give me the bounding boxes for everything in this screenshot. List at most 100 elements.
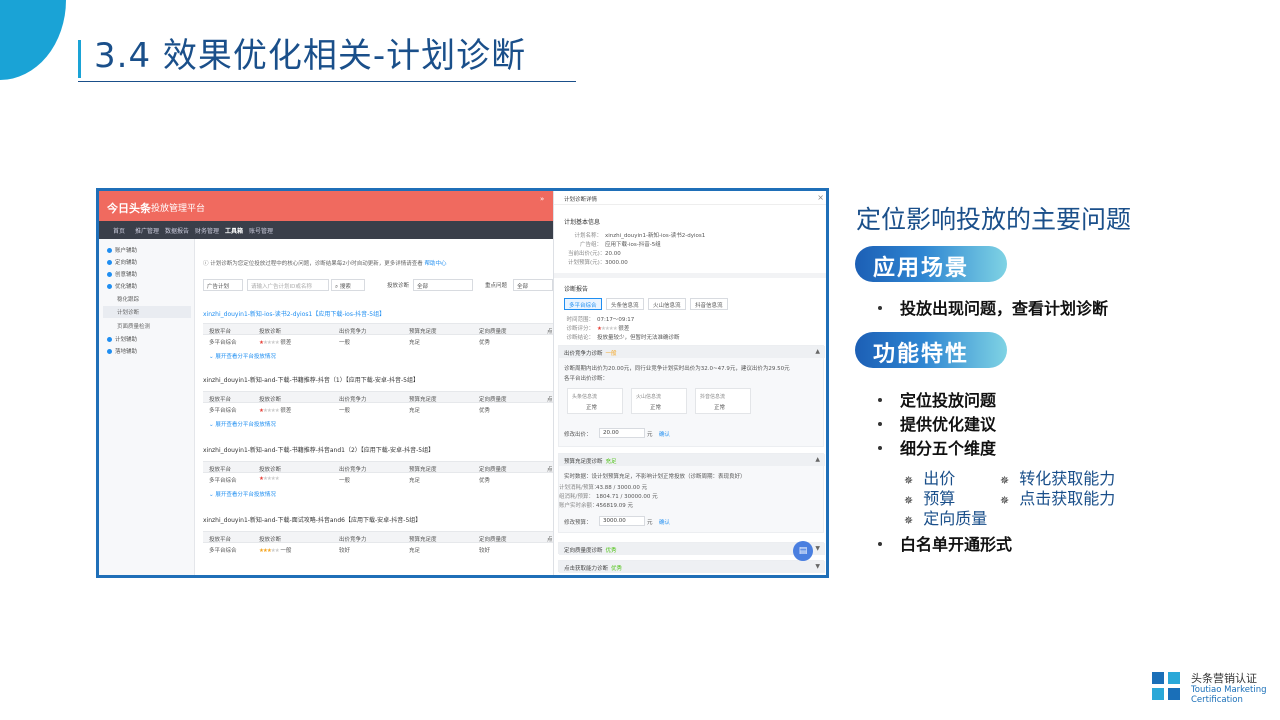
budget-value: 456819.09 元 bbox=[596, 503, 633, 509]
cell-bid: 一般 bbox=[339, 340, 351, 346]
sidebar-item-page-quality[interactable]: 页面质量检测 bbox=[117, 322, 150, 330]
footer-en-2: Certification bbox=[1191, 695, 1243, 705]
section-header[interactable]: 定向质量度诊断 优秀 ▼ bbox=[559, 543, 825, 555]
sidebar-item-label: 计划辅助 bbox=[115, 337, 138, 343]
toutiao-logo-icon bbox=[1150, 670, 1182, 702]
confirm-budget-button[interactable]: 确认 bbox=[659, 518, 670, 526]
slide-title: 3.4 效果优化相关-计划诊断 bbox=[94, 36, 527, 76]
col-bid: 出价竞争力 bbox=[339, 537, 367, 543]
tab-multi-platform[interactable]: 多平台综合 bbox=[564, 298, 602, 310]
nav-finance[interactable]: 财务管理 bbox=[195, 226, 219, 235]
expand-link[interactable]: ⌄ 展开查看分平台投放情况 bbox=[209, 420, 276, 428]
col-budget: 预算充足度 bbox=[409, 467, 437, 473]
col-click: 点 bbox=[547, 397, 553, 403]
tab-huoshan[interactable]: 火山信息流 bbox=[648, 298, 686, 310]
budget-row: 账户实时余额：456819.09 元 bbox=[559, 501, 633, 509]
col-budget: 预算充足度 bbox=[409, 537, 437, 543]
budget-input[interactable]: 3000.00 bbox=[599, 516, 645, 526]
sidebar-item-creative[interactable]: 创意辅助 bbox=[107, 270, 137, 278]
circle-icon bbox=[107, 272, 112, 277]
status-badge: 充足 bbox=[605, 459, 617, 465]
basic-key: 广告组： bbox=[579, 242, 602, 248]
issue-filter-label: 重点问题 bbox=[485, 283, 508, 289]
chevron-up-icon[interactable]: ▲ bbox=[815, 348, 820, 355]
document-icon[interactable]: ▤ bbox=[793, 541, 813, 561]
section-header[interactable]: 点击获取能力诊断 优秀 ▼ bbox=[559, 561, 825, 573]
collapse-icon[interactable]: » bbox=[540, 195, 544, 203]
budget-diagnosis-section: 预算充足度诊断 充足 ▲ 实时数据：设计划预算充足，不影响计划正常投放（诊断周期：… bbox=[558, 453, 825, 533]
col-bid: 出价竞争力 bbox=[339, 467, 367, 473]
basic-row: 计划名称： xinzhi_douyin1-新知-ios-读书2-dyios1 bbox=[568, 231, 705, 239]
search-icon: ⌕ bbox=[335, 284, 339, 290]
report-key: 诊断结论： bbox=[566, 335, 594, 341]
chevron-down-icon[interactable]: ▼ bbox=[815, 563, 820, 570]
star-rating-icon: ★★★★★ bbox=[259, 548, 280, 554]
close-icon[interactable]: × bbox=[817, 193, 824, 202]
search-input[interactable]: 请输入广告计划ID或名称 bbox=[247, 279, 329, 291]
col-target: 定向质量度 bbox=[479, 397, 507, 403]
app-main: ⓘ 计划诊断为您定位投放过程中的核心问题，诊断结果每2小时自动更新，更多详情请查… bbox=[199, 239, 553, 575]
tab-douyin[interactable]: 抖音信息流 bbox=[690, 298, 728, 310]
report-value: 07:17～09:17 bbox=[597, 317, 635, 323]
help-center-link[interactable]: 帮助中心 bbox=[425, 261, 447, 267]
target-diagnosis-section[interactable]: 定向质量度诊断 优秀 ▼ bbox=[558, 542, 825, 555]
click-diagnosis-section[interactable]: 点击获取能力诊断 优秀 ▼ bbox=[558, 560, 825, 573]
sidebar-item-targeting[interactable]: 定向辅助 bbox=[107, 258, 137, 266]
budget-value: 43.88 / 3000.00 元 bbox=[596, 485, 648, 491]
section-header[interactable]: 出价竞争力诊断 一般 ▲ bbox=[559, 346, 825, 358]
sidebar-item-label: 页面质量检测 bbox=[117, 324, 151, 330]
star-rating-icon: ★★★★★ bbox=[259, 476, 280, 482]
diagnosis-filter-label: 投放诊断 bbox=[387, 283, 410, 289]
cell-bid: 一般 bbox=[339, 408, 351, 414]
chevron-up-icon[interactable]: ▲ bbox=[815, 456, 820, 463]
basic-key: 当前出价(元)： bbox=[568, 251, 606, 257]
platform-bid-card: 火山信息流 正常 bbox=[631, 388, 687, 414]
table-row: 多平台综合 ★★★★★ 一般 较好 充足 较好 bbox=[203, 543, 553, 556]
notice-text: 计划诊断为您定位投放过程中的核心问题，诊断结果每2小时自动更新，更多详情请查看 bbox=[210, 261, 423, 267]
plan-title-4[interactable]: xinzhi_douyin1-新知-and-下载-面试攻略-抖音and6【应用下… bbox=[203, 515, 421, 524]
app-top-nav: 首页 推广管理 数据报告 财务管理 工具箱 账号管理 bbox=[99, 221, 553, 239]
report-title: 诊断报告 bbox=[564, 286, 589, 293]
plan-title-3[interactable]: xinzhi_douyin1-新知-and-下载-书籍推荐-抖音and1（2）【… bbox=[203, 445, 434, 454]
platform-bid-card: 抖音信息流 正常 bbox=[695, 388, 751, 414]
diagnosis-filter-select[interactable]: 全部 bbox=[413, 279, 473, 291]
sidebar-item-account[interactable]: 账户辅助 bbox=[107, 246, 137, 254]
sidebar-item-optimize[interactable]: 优化辅助 bbox=[107, 282, 137, 290]
issue-filter-select[interactable]: 全部 bbox=[513, 279, 553, 291]
slide: 3.4 效果优化相关-计划诊断 今日头条 投放管理平台 首页 推广管理 数据报告… bbox=[0, 0, 1280, 720]
nav-account[interactable]: 账号管理 bbox=[249, 226, 273, 235]
nav-report[interactable]: 数据报告 bbox=[165, 226, 189, 235]
sidebar-item-landing[interactable]: 落地辅助 bbox=[107, 347, 137, 355]
search-button[interactable]: ⌕ 搜索 bbox=[331, 279, 365, 291]
sidebar-item-label: 落地辅助 bbox=[115, 349, 138, 355]
budget-key: 账户实时余额： bbox=[559, 503, 598, 509]
card-label: 火山信息流 bbox=[636, 394, 662, 400]
basic-key: 计划名称： bbox=[574, 233, 602, 239]
nav-toolbox[interactable]: 工具箱 bbox=[225, 226, 243, 235]
section-header[interactable]: 预算充足度诊断 充足 ▲ bbox=[559, 454, 825, 466]
confirm-bid-button[interactable]: 确认 bbox=[659, 430, 670, 438]
bullet-text: 白名单开通形式 bbox=[900, 535, 1013, 554]
nav-promotion[interactable]: 推广管理 bbox=[135, 226, 159, 235]
chevron-down-icon[interactable]: ▼ bbox=[815, 545, 820, 552]
expand-link[interactable]: ⌄ 展开查看分平台投放情况 bbox=[209, 490, 276, 498]
bid-input[interactable]: 20.00 bbox=[599, 428, 645, 438]
plan-type-select[interactable]: 广告计划 bbox=[203, 279, 243, 291]
app-logo: 今日头条 bbox=[107, 202, 151, 215]
sidebar-item-plan-diagnosis[interactable]: 计划诊断 bbox=[103, 306, 191, 318]
budget-row: 计划消耗/预算：43.88 / 3000.00 元 bbox=[559, 483, 647, 491]
col-bid: 出价竞争力 bbox=[339, 329, 367, 335]
bullet-text: 提供优化建议 bbox=[900, 415, 997, 434]
col-target: 定向质量度 bbox=[479, 537, 507, 543]
report-value: 投放量较少，但暂时无法准确诊断 bbox=[597, 335, 680, 341]
sidebar-item-tracking[interactable]: 稳化跟踪 bbox=[117, 295, 139, 303]
plan-title-1[interactable]: xinzhi_douyin1-新知-ios-读书2-dyios1【应用下载-io… bbox=[203, 309, 385, 318]
nav-home[interactable]: 首页 bbox=[113, 226, 125, 235]
basic-value: 3000.00 bbox=[605, 260, 628, 266]
cell-platform: 多平台综合 bbox=[209, 340, 237, 346]
basic-value: 应用下载-ios-抖音-5组 bbox=[605, 242, 661, 248]
tab-toutiao[interactable]: 头条信息流 bbox=[606, 298, 644, 310]
expand-link[interactable]: ⌄ 展开查看分平台投放情况 bbox=[209, 352, 276, 360]
plan-title-2[interactable]: xinzhi_douyin1-新知-and-下载-书籍推荐-抖音（1）【应用下载… bbox=[203, 375, 419, 384]
sidebar-item-plan[interactable]: 计划辅助 bbox=[107, 335, 137, 343]
